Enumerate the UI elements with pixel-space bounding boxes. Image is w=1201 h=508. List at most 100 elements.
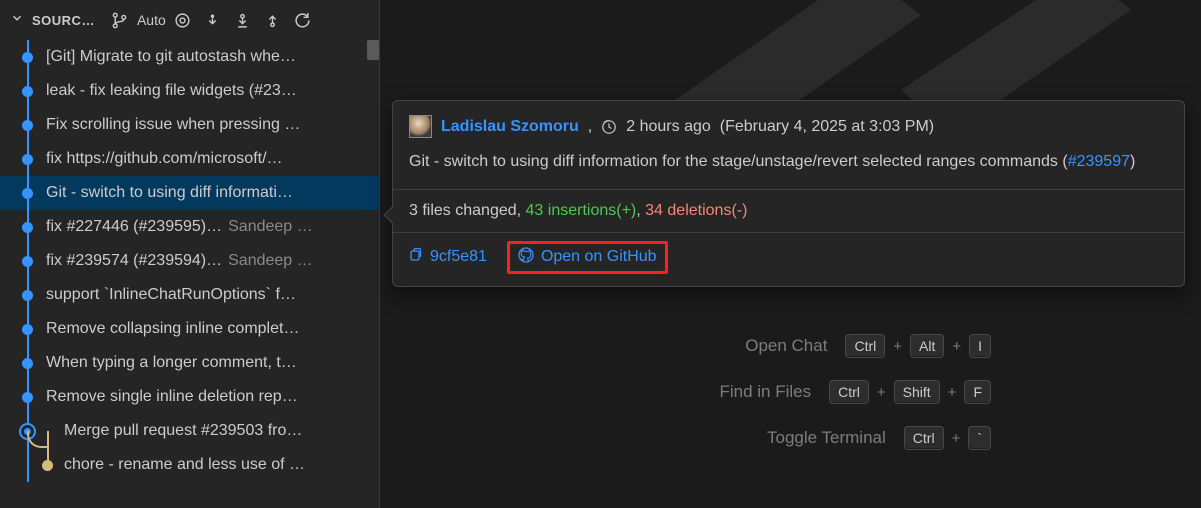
source-control-graph-panel: SOURC… Auto [0, 0, 380, 508]
clock-icon [601, 119, 617, 135]
graph-column [0, 142, 46, 176]
commit-message: chore - rename and less use of … [46, 448, 379, 482]
panel-title: SOURC… [32, 13, 95, 28]
push-icon[interactable] [258, 7, 288, 33]
absolute-time: (February 4, 2025 at 3:03 PM) [720, 118, 934, 136]
plus-separator: + [952, 338, 961, 355]
kbd-key: I [969, 334, 991, 358]
refresh-icon[interactable] [288, 7, 318, 33]
kbd-key: F [964, 380, 991, 404]
shortcut-row: Toggle Terminal Ctrl + ` [719, 426, 991, 450]
commit-row[interactable]: Merge pull request #239503 fro… [0, 414, 379, 448]
commit-row[interactable]: Git - switch to using diff informati… [0, 176, 379, 210]
kbd-key: Alt [910, 334, 944, 358]
commit-row[interactable]: fix #227446 (#239595)…Sandeep … [0, 210, 379, 244]
kbd-key: Shift [894, 380, 940, 404]
plus-separator: + [893, 338, 902, 355]
commit-hover-card: Ladislau Szomoru, 2 hours ago (February … [392, 100, 1185, 287]
commit-row[interactable]: leak - fix leaking file widgets (#23… [0, 74, 379, 108]
graph-column [0, 176, 46, 210]
kbd-key: ` [968, 426, 991, 450]
commit-message: When typing a longer comment, t… [46, 346, 379, 380]
commit-message: Remove collapsing inline complet… [46, 312, 379, 346]
graph-column [0, 40, 46, 74]
commit-row[interactable]: [Git] Migrate to git autostash whe… [0, 40, 379, 74]
copy-icon [407, 247, 423, 268]
target-icon[interactable] [168, 7, 198, 33]
author-link[interactable]: Ladislau Szomoru [441, 118, 579, 136]
shortcut-label: Find in Files [719, 382, 811, 402]
commit-message: [Git] Migrate to git autostash whe… [46, 40, 379, 74]
comma: , [588, 118, 592, 136]
relative-time: 2 hours ago [626, 118, 711, 136]
pull-icon[interactable] [198, 7, 228, 33]
app-root: SOURC… Auto [0, 0, 1201, 508]
shortcut-keys: Ctrl + Alt + I [845, 334, 991, 358]
kbd-key: Ctrl [845, 334, 885, 358]
panel-header[interactable]: SOURC… Auto [0, 0, 379, 40]
commit-row[interactable]: fix #239574 (#239594)…Sandeep … [0, 244, 379, 278]
commit-message: Remove single inline deletion rep… [46, 380, 379, 414]
hover-actions: 9cf5e81 Open on GitHub [393, 232, 1184, 286]
stats-sep: , [636, 202, 640, 219]
open-on-github-action[interactable]: Open on GitHub [507, 241, 668, 274]
plus-separator: + [877, 384, 886, 401]
commit-message: Git - switch to using diff information f… [409, 153, 1058, 170]
files-changed: 3 files changed, [409, 202, 521, 219]
commit-message: fix https://github.com/microsoft/… [46, 142, 379, 176]
graph-column [0, 346, 46, 380]
graph-column [0, 380, 46, 414]
kbd-key: Ctrl [904, 426, 944, 450]
copy-sha-action[interactable]: 9cf5e81 [407, 247, 487, 268]
scrollbar-thumb[interactable] [367, 40, 379, 60]
commit-row[interactable]: Fix scrolling issue when pressing … [0, 108, 379, 142]
auto-label[interactable]: Auto [135, 12, 168, 28]
graph-column [0, 74, 46, 108]
chevron-down-icon[interactable] [10, 11, 24, 29]
commit-message: fix #239574 (#239594)…Sandeep … [46, 244, 379, 278]
shortcut-label: Open Chat [745, 336, 827, 356]
insertions: 43 insertions(+) [526, 202, 637, 219]
editor-area: Ladislau Szomoru, 2 hours ago (February … [380, 0, 1201, 508]
commit-row[interactable]: Remove collapsing inline complet… [0, 312, 379, 346]
graph-column [0, 210, 46, 244]
open-on-github-label: Open on GitHub [541, 248, 657, 266]
commit-row[interactable]: When typing a longer comment, t… [0, 346, 379, 380]
graph-column [0, 108, 46, 142]
commit-graph-list[interactable]: [Git] Migrate to git autostash whe…leak … [0, 40, 379, 508]
shortcut-keys: Ctrl + Shift + F [829, 380, 991, 404]
commit-author: Sandeep … [228, 252, 313, 269]
avatar [409, 115, 432, 138]
commit-message: leak - fix leaking file widgets (#23… [46, 74, 379, 108]
plus-separator: + [952, 430, 961, 447]
commit-row[interactable]: Remove single inline deletion rep… [0, 380, 379, 414]
commit-author: Sandeep … [228, 218, 313, 235]
commit-row[interactable]: fix https://github.com/microsoft/… [0, 142, 379, 176]
kbd-key: Ctrl [829, 380, 869, 404]
branch-icon[interactable] [105, 7, 135, 33]
welcome-shortcuts: Open Chat Ctrl + Alt + I Find in Files Ctrl + Shi… [719, 334, 991, 450]
github-icon [518, 247, 534, 268]
hover-message: Git - switch to using diff information f… [393, 146, 1184, 189]
shortcut-keys: Ctrl + ` [904, 426, 991, 450]
shortcut-label: Toggle Terminal [767, 428, 886, 448]
graph-column [0, 414, 46, 448]
graph-column [0, 278, 46, 312]
graph-column [0, 312, 46, 346]
hover-header: Ladislau Szomoru, 2 hours ago (February … [393, 101, 1184, 146]
shortcut-row: Open Chat Ctrl + Alt + I [719, 334, 991, 358]
commit-message: Git - switch to using diff informati… [46, 176, 379, 210]
shortcut-row: Find in Files Ctrl + Shift + F [719, 380, 991, 404]
graph-column [0, 448, 46, 482]
fetch-icon[interactable] [228, 7, 258, 33]
hover-stats: 3 files changed, 43 insertions(+), 34 de… [393, 189, 1184, 232]
commit-row[interactable]: chore - rename and less use of … [0, 448, 379, 482]
sha-text: 9cf5e81 [430, 248, 487, 266]
commit-message: Merge pull request #239503 fro… [46, 414, 379, 448]
panel-toolbar: Auto [105, 7, 318, 33]
commit-row[interactable]: support `InlineChatRunOptions` f… [0, 278, 379, 312]
pr-link[interactable]: #239597 [1068, 153, 1130, 170]
commit-message: support `InlineChatRunOptions` f… [46, 278, 379, 312]
plus-separator: + [948, 384, 957, 401]
commit-message: fix #227446 (#239595)…Sandeep … [46, 210, 379, 244]
